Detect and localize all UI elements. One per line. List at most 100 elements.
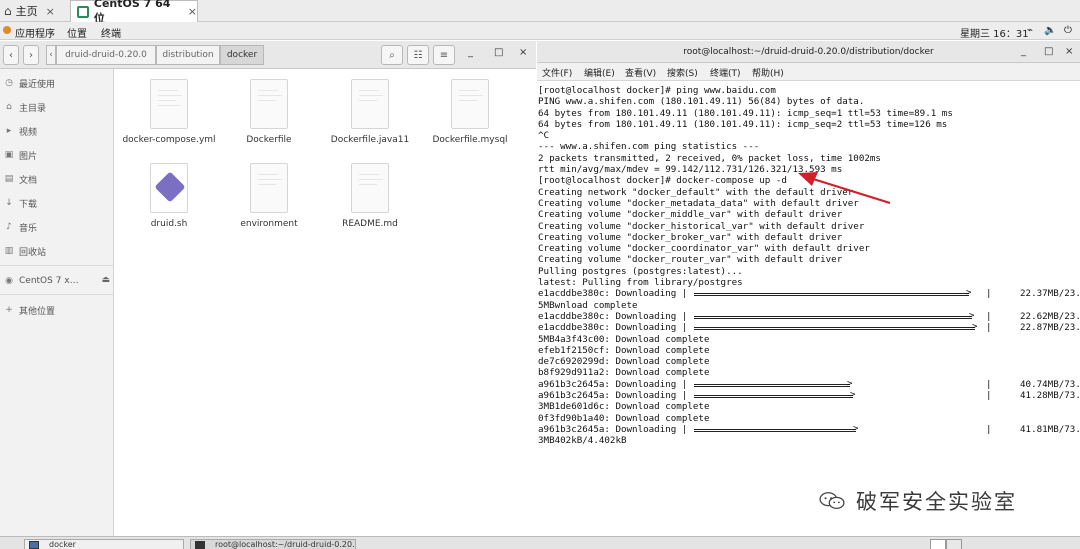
menu-help[interactable]: 帮助(H) <box>752 66 784 79</box>
file-item[interactable]: README.md <box>320 163 420 229</box>
menu-button[interactable]: ≡ <box>433 45 455 65</box>
terminal-line: 64 bytes from 180.101.49.11 (180.101.49.… <box>538 107 953 119</box>
sidebar-item-label: 回收站 <box>19 247 47 258</box>
applications-menu[interactable]: 应用程序 <box>15 25 55 40</box>
tab-centos[interactable]: CentOS 7 64 位 × <box>70 0 198 25</box>
sidebar-item-other-locations[interactable]: + 其他位置 <box>4 302 55 318</box>
taskbar-item-terminal[interactable]: root@localhost:~/druid-druid-0.20... <box>190 539 356 549</box>
progress-size: 22.62MB/23.1 <box>1020 310 1080 322</box>
sidebar-item-music[interactable]: ♪ 音乐 <box>4 219 37 235</box>
terminal-minimize-button[interactable]: _ <box>1021 41 1026 63</box>
places-menu[interactable]: 位置 <box>67 25 87 40</box>
sidebar-item-videos[interactable]: ▸ 视频 <box>4 123 37 139</box>
tab-home[interactable]: ⌂ 主页 × <box>0 0 64 22</box>
breadcrumb-docker[interactable]: docker <box>220 45 264 65</box>
network-icon[interactable]: ⌁ <box>1027 25 1033 36</box>
text-file-icon <box>451 79 489 129</box>
sidebar-item-label: 主目录 <box>19 103 47 114</box>
file-item[interactable]: Dockerfile.mysql <box>420 79 520 145</box>
file-item[interactable]: Dockerfile.java11 <box>320 79 420 145</box>
forward-button[interactable]: › <box>23 45 39 65</box>
home-icon: ⌂ <box>4 4 12 18</box>
breadcrumb-left-arrow[interactable]: ‹ <box>46 45 56 65</box>
view-options-button[interactable]: ☷ <box>407 45 429 65</box>
terminal-output[interactable]: [root@localhost docker]# ping www.baidu.… <box>537 85 1080 536</box>
watermark-text: 破军安全实验室 <box>856 490 1017 514</box>
menu-view[interactable]: 查看(V) <box>625 66 656 79</box>
sidebar-item-downloads[interactable]: ↓ 下载 <box>4 195 37 211</box>
search-icon: ⌕ <box>389 49 395 61</box>
workspace-2[interactable] <box>946 539 962 549</box>
file-item[interactable]: druid.sh <box>119 163 219 229</box>
tab-home-close-icon[interactable]: × <box>46 5 55 18</box>
layer-id-status: e1acddbe380c: Downloading | <box>538 310 688 322</box>
breadcrumb-druid[interactable]: druid-druid-0.20.0 <box>56 45 156 65</box>
sidebar-item-label: 视频 <box>19 127 38 138</box>
workspace-1[interactable] <box>930 539 946 549</box>
progress-bar-head: > <box>966 288 972 299</box>
trash-icon: ▥ <box>4 246 14 256</box>
file-name: Dockerfile.java11 <box>330 135 410 145</box>
sidebar-item-trash[interactable]: ▥ 回收站 <box>4 243 46 259</box>
progress-bar-head: > <box>850 390 856 401</box>
taskbar-item-docker[interactable]: docker <box>24 539 184 549</box>
sidebar-divider <box>0 265 114 266</box>
file-item[interactable]: Dockerfile <box>219 79 319 145</box>
power-icon[interactable]: ⏻ <box>1064 25 1072 36</box>
progress-bar-end: | <box>986 288 992 300</box>
text-file-icon <box>250 163 288 213</box>
terminal-menu[interactable]: 终端 <box>101 25 121 40</box>
sidebar-item-pictures[interactable]: ▣ 图片 <box>4 147 37 163</box>
menu-terminal[interactable]: 终端(T) <box>710 66 741 79</box>
screen: ⌂ 主页 × CentOS 7 64 位 × 应用程序 位置 终端 星期三 16… <box>0 0 1080 549</box>
file-item[interactable]: environment <box>219 163 319 229</box>
terminal-icon <box>195 541 205 549</box>
terminal-maximize-button[interactable]: □ <box>1044 41 1053 63</box>
terminal-line: latest: Pulling from library/postgres <box>538 277 743 289</box>
progress-bar <box>694 395 853 399</box>
view-options-icon: ☷ <box>413 49 423 61</box>
terminal-close-button[interactable]: × <box>1065 41 1073 63</box>
sidebar-item-home[interactable]: ⌂ 主目录 <box>4 99 46 115</box>
terminal-line: 0f3fd90b1a40: Download complete <box>538 412 710 424</box>
progress-bar-end: | <box>986 378 992 390</box>
maximize-button[interactable]: □ <box>494 47 503 58</box>
file-item[interactable]: docker-compose.yml <box>119 79 219 145</box>
progress-bar-end: | <box>986 390 992 402</box>
text-file-icon <box>150 79 188 129</box>
download-progress-line: e1acddbe380c: Downloading | > | 22.87MB/23.… <box>538 322 1080 333</box>
terminal-line: [root@localhost docker]# docker-compose … <box>538 175 787 187</box>
volume-icon[interactable]: 🔈 <box>1044 25 1056 36</box>
script-file-icon <box>150 163 188 213</box>
progress-size: 22.87MB/23.1 <box>1020 322 1080 334</box>
layer-id-status: a961b3c2645a: Downloading | <box>538 423 688 435</box>
back-button[interactable]: ‹ <box>3 45 19 65</box>
clock[interactable]: 星期三 16：31 <box>960 25 1029 40</box>
menu-edit[interactable]: 编辑(E) <box>584 66 615 79</box>
close-button[interactable]: × <box>519 47 527 58</box>
search-button[interactable]: ⌕ <box>381 45 403 65</box>
text-file-icon <box>351 163 389 213</box>
progress-bar-end: | <box>986 423 992 435</box>
menu-search[interactable]: 搜索(S) <box>667 66 698 79</box>
wechat-icon <box>819 492 845 509</box>
breadcrumb-distribution[interactable]: distribution <box>156 45 220 65</box>
tab-centos-close-icon[interactable]: × <box>188 5 197 18</box>
layer-id-status: a961b3c2645a: Downloading | <box>538 378 688 390</box>
download-progress-line: e1acddbe380c: Downloading | > | 22.62MB/23.… <box>538 311 1080 322</box>
sidebar-item-label: 最近使用 <box>19 79 56 90</box>
progress-size: 41.28MB/73.8 <box>1020 390 1080 402</box>
sidebar-item-label: 文档 <box>19 175 38 186</box>
sidebar-item-recent[interactable]: ◷ 最近使用 <box>4 75 55 91</box>
sidebar-item-centos-disc[interactable]: ◉ CentOS 7 x… ⏏ <box>4 273 110 289</box>
sidebar-item-documents[interactable]: ▤ 文档 <box>4 171 37 187</box>
eject-icon[interactable]: ⏏ <box>101 275 110 285</box>
file-manager-window: ‹ › ‹ druid-druid-0.20.0 distribution do… <box>0 41 536 536</box>
menu-file[interactable]: 文件(F) <box>542 66 572 79</box>
top-panel: 应用程序 位置 终端 星期三 16：31 ⌁ 🔈 ⏻ <box>0 22 1080 40</box>
vm-tab-bar: ⌂ 主页 × CentOS 7 64 位 × <box>0 0 1080 25</box>
progress-size: 22.37MB/23.1 <box>1020 288 1080 300</box>
minimize-button[interactable]: _ <box>468 47 473 58</box>
layer-id-status: e1acddbe380c: Downloading | <box>538 288 688 300</box>
terminal-line: Creating volume "docker_coordinator_var"… <box>538 243 870 255</box>
